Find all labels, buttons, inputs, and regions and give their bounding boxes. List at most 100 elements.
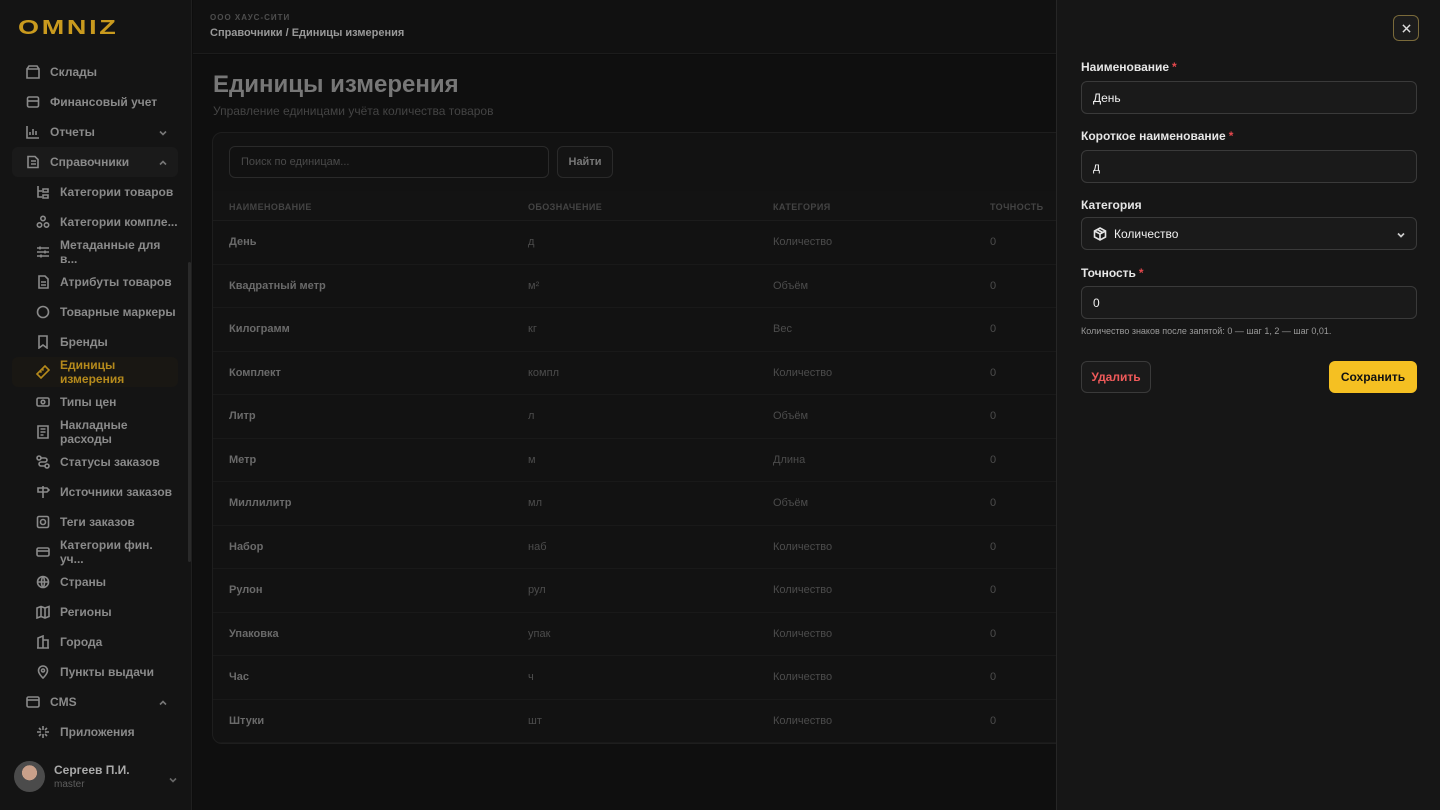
category-select[interactable]: Количество [1081, 217, 1417, 250]
sidebar-subitem-order-tags[interactable]: Теги заказов [12, 507, 178, 537]
table-row[interactable]: Миллилитр мл Объём 0 [213, 482, 1111, 526]
cell-precision: 0 [990, 627, 997, 640]
brand-logo[interactable]: OMNIZ [18, 17, 118, 40]
cell-precision: 0 [990, 540, 997, 553]
pin-icon [36, 665, 50, 679]
short-name-label: Короткое наименование * [1081, 129, 1233, 143]
table-row[interactable]: Рулон рул Количество 0 [213, 569, 1111, 613]
sidebar-subitem-product-categories[interactable]: Категории товаров [12, 177, 178, 207]
precision-hint: Количество знаков после запятой: 0 — шаг… [1081, 326, 1332, 336]
cell-precision: 0 [990, 279, 997, 292]
close-button[interactable] [1393, 15, 1419, 41]
sidebar-subitem-finance-categories[interactable]: Категории фин. уч... [12, 537, 178, 567]
sidebar-item-cms[interactable]: CMS [12, 687, 178, 717]
cell-precision: 0 [990, 236, 997, 248]
table-row[interactable]: Час ч Количество 0 [213, 656, 1111, 700]
sidebar-item-label: Приложения [60, 725, 135, 739]
cell-category: Количество [773, 714, 833, 727]
wallet-icon [26, 95, 40, 109]
sidebar-item-label: Бренды [60, 335, 108, 349]
save-button[interactable]: Сохранить [1329, 361, 1417, 393]
chevron-up-icon[interactable] [158, 157, 168, 167]
edit-unit-drawer: Наименование * День Короткое наименование… [1056, 0, 1440, 810]
sidebar-scrollbar[interactable] [188, 262, 191, 562]
sidebar-subitem-countries[interactable]: Страны [12, 567, 178, 597]
cell-category: Объём [773, 497, 809, 509]
required-mark: * [1228, 129, 1234, 143]
required-mark: * [1172, 60, 1177, 74]
category-select-value: Количество [1114, 226, 1179, 241]
table-row[interactable]: Упаковка упак Количество 0 [213, 613, 1111, 656]
user-profile[interactable]: Сергеев П.И. master [14, 760, 182, 792]
cell-name: Метр [229, 453, 257, 466]
sidebar-subitem-markers[interactable]: Товарные маркеры [12, 297, 178, 327]
avatar [14, 760, 45, 792]
sidebar-subitem-attributes[interactable]: Атрибуты товаров [12, 267, 178, 297]
table-row[interactable]: Литр л Объём 0 [213, 395, 1111, 439]
column-header-symbol[interactable]: ОБОЗНАЧЕНИЕ [528, 202, 602, 212]
price-icon [36, 395, 50, 409]
user-role: master [54, 778, 85, 790]
sidebar-item-label: Категории фин. уч... [60, 538, 153, 566]
name-field[interactable]: День [1081, 81, 1417, 114]
sidebar-item-warehouses[interactable]: Склады [12, 57, 178, 87]
sidebar-subitem-order-statuses[interactable]: Статусы заказов [12, 447, 178, 477]
sidebar-item-label: Категории компле... [60, 215, 178, 229]
sidebar-item-finance[interactable]: Финансовый учет [12, 87, 178, 117]
table-row[interactable]: Килограмм кг Вес 0 [213, 308, 1111, 352]
table-row[interactable]: Набор наб Количество 0 [213, 526, 1111, 569]
column-header-precision[interactable]: ТОЧНОСТЬ [990, 202, 1044, 212]
cell-name: Килограмм [229, 323, 290, 335]
table-row[interactable]: Штуки шт Количество 0 [213, 700, 1111, 743]
sidebar-subitem-bundle-categories[interactable]: Категории компле... [12, 207, 178, 237]
delete-button[interactable]: Удалить [1081, 361, 1151, 393]
cell-symbol: шт [528, 714, 542, 727]
sidebar-subitem-metadata[interactable]: Метаданные для в... [12, 237, 178, 267]
cell-symbol: рул [528, 584, 546, 596]
sidebar-subitem-cities[interactable]: Города [12, 627, 178, 657]
chevron-down-icon[interactable] [168, 772, 178, 790]
cell-category: Вес [773, 323, 792, 335]
sidebar-subitem-apps[interactable]: Приложения [12, 717, 178, 747]
column-header-name[interactable]: НАИМЕНОВАНИЕ [229, 202, 312, 212]
table-row[interactable]: Метр м Длина 0 [213, 439, 1111, 482]
cell-symbol: компл [528, 366, 559, 379]
category-label: Категория [1081, 198, 1142, 212]
table-row[interactable]: День д Количество 0 [213, 221, 1111, 265]
sidebar-subitem-regions[interactable]: Регионы [12, 597, 178, 627]
warehouse-icon [26, 65, 40, 79]
sidebar-subitem-pickup-points[interactable]: Пункты выдачи [12, 657, 178, 687]
user-info: Сергеев П.И. master [54, 763, 130, 790]
table-row[interactable]: Комплект компл Количество 0 [213, 352, 1111, 395]
sidebar-item-label: Категории товаров [60, 185, 174, 199]
sidebar-item-label: Типы цен [60, 395, 117, 409]
search-button[interactable]: Найти [557, 146, 613, 178]
sidebar-item-references[interactable]: Справочники [12, 147, 178, 177]
user-name: Сергеев П.И. [54, 762, 130, 777]
chevron-up-icon[interactable] [158, 697, 168, 707]
short-name-field[interactable]: д [1081, 150, 1417, 183]
sidebar-item-label: Регионы [60, 605, 112, 619]
search-input[interactable]: Поиск по единицам... [229, 146, 549, 178]
cell-name: Комплект [229, 366, 281, 379]
chart-icon [26, 125, 40, 139]
sidebar-subitem-units[interactable]: Единицы измерения [12, 357, 178, 387]
chevron-down-icon[interactable] [158, 127, 168, 137]
sidebar-subitem-brands[interactable]: Бренды [12, 327, 178, 357]
cell-name: Миллилитр [229, 497, 292, 509]
sidebar-subitem-price-types[interactable]: Типы цен [12, 387, 178, 417]
sidebar-item-reports[interactable]: Отчеты [12, 117, 178, 147]
sidebar-item-label: CMS [50, 695, 77, 709]
precision-field[interactable]: 0 [1081, 286, 1417, 319]
cell-category: Объём [773, 410, 809, 422]
column-header-category[interactable]: КАТЕГОРИЯ [773, 202, 831, 212]
cell-symbol: ч [528, 671, 534, 683]
sidebar-subitem-order-sources[interactable]: Источники заказов [12, 477, 178, 507]
cell-precision: 0 [990, 671, 997, 683]
table-row[interactable]: Квадратный метр м² Объём 0 [213, 265, 1111, 308]
cell-precision: 0 [990, 584, 997, 596]
cell-name: Рулон [229, 584, 263, 596]
cell-precision: 0 [990, 714, 997, 727]
sidebar-subitem-overheads[interactable]: Накладные расходы [12, 417, 178, 447]
invoice-icon [36, 425, 50, 439]
